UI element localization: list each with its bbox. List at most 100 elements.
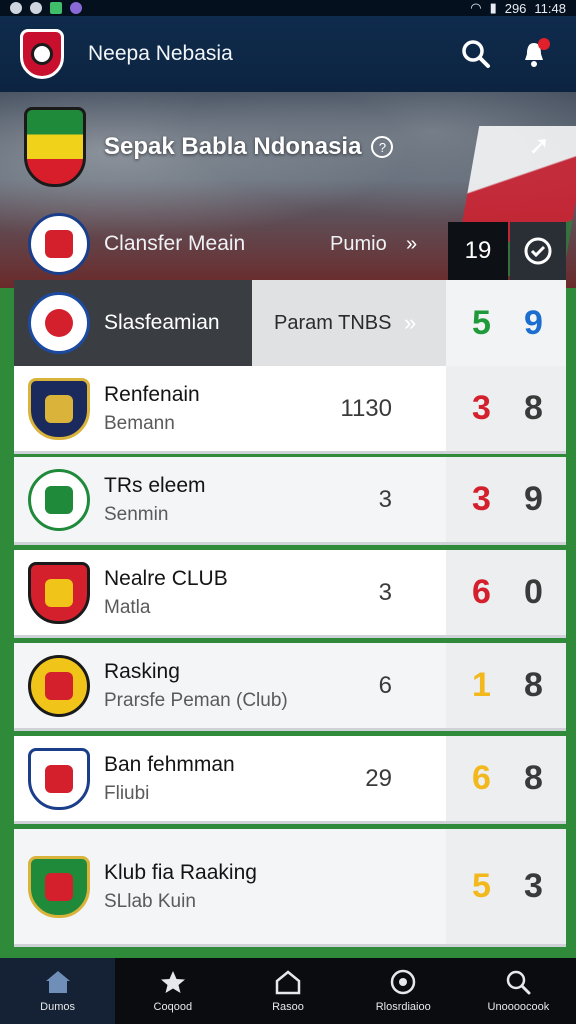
- arrow-icon[interactable]: ➚: [528, 130, 550, 161]
- club-rank: 1130: [340, 394, 392, 422]
- nav-item-search[interactable]: Unoooocook: [461, 958, 576, 1024]
- header-label: Pumio: [330, 232, 387, 255]
- nav-label: Rasoo: [272, 1001, 304, 1013]
- notification-icon: [10, 2, 22, 14]
- chevron-icon[interactable]: »: [404, 310, 416, 336]
- club-crest: [28, 855, 90, 918]
- home-icon: [45, 971, 70, 993]
- club-sub: Matla: [104, 596, 151, 618]
- club-name-col: Rasking Prarsfe Peman (Club): [104, 660, 288, 712]
- club-sub: Fliubi: [104, 782, 150, 804]
- house-outline-icon: [275, 970, 301, 995]
- club-crest: [28, 747, 90, 810]
- club-row[interactable]: Rasking Prarsfe Peman (Club) 6 1 8: [14, 643, 566, 731]
- notifications-button[interactable]: [512, 32, 556, 76]
- score-home: 3: [472, 480, 491, 518]
- info-icon[interactable]: ?: [371, 136, 394, 158]
- score-away: 8: [524, 389, 543, 427]
- battery-level: 296: [504, 0, 527, 16]
- status-time: 11:48: [534, 0, 566, 16]
- app-icon: [50, 2, 62, 14]
- club-sub: SLlab Kuin: [104, 890, 196, 912]
- club-rank: 29: [365, 764, 392, 792]
- score-home: 3: [472, 389, 491, 427]
- club-row[interactable]: Nealre CLUB Matla 3 6 0: [14, 550, 566, 638]
- star-icon: [160, 971, 185, 993]
- club-sub: Senmin: [104, 503, 169, 525]
- club-name: Rasking: [104, 659, 180, 683]
- club-row[interactable]: Ban fehmman Fliubi 29 6 8: [14, 736, 566, 824]
- hero-title-row: Sepak Babla Ndonasia ?: [24, 102, 554, 192]
- search-icon: [507, 970, 531, 995]
- app-icon: [70, 2, 82, 14]
- check-button[interactable]: [510, 222, 566, 280]
- score-away: 8: [524, 666, 543, 704]
- header-row[interactable]: Clansfer Meain Pumio » 19: [14, 208, 566, 280]
- subheader-row[interactable]: Slasfeamian Param TNBS » 5 9: [14, 280, 566, 366]
- subheader-score-segment: [446, 280, 566, 366]
- header-name: Clansfer Meain: [104, 232, 246, 255]
- score-cell: [446, 643, 566, 728]
- club-crest: [28, 468, 90, 531]
- club-name: Ban fehmman: [104, 752, 235, 776]
- subheader-name: Slasfeamian: [104, 311, 220, 334]
- club-crest: [28, 292, 90, 354]
- club-rank: 3: [378, 578, 392, 606]
- club-crest: [28, 213, 90, 275]
- header-name-col: Clansfer Meain: [104, 232, 245, 256]
- club-name-col: TRs eleem Senmin: [104, 474, 206, 526]
- score-cell: [446, 366, 566, 451]
- status-left: [10, 2, 82, 14]
- app-logo[interactable]: [20, 29, 64, 79]
- subheader-label: Param TNBS: [274, 311, 392, 334]
- score-home: 1: [472, 666, 491, 704]
- league-crest: [24, 107, 86, 187]
- score-cell: [446, 829, 566, 944]
- subheader-name-col: Slasfeamian: [104, 311, 220, 335]
- nav-item-clubs[interactable]: Rlosrdiaioo: [346, 958, 461, 1024]
- nav-label: Dumos: [40, 1001, 76, 1013]
- notification-badge: [538, 38, 550, 50]
- app-title: Neepa Nebasia: [88, 42, 233, 65]
- club-crest: [28, 377, 90, 440]
- header-number: 19: [448, 222, 508, 280]
- club-name: Renfenain: [104, 382, 200, 406]
- nav-item-favorites[interactable]: Coqood: [115, 958, 230, 1024]
- score-cell: [446, 550, 566, 635]
- club-name-col: Ban fehmman Fliubi: [104, 753, 235, 805]
- club-sub: Prarsfe Peman (Club): [104, 689, 288, 711]
- nav-label: Coqood: [153, 1001, 193, 1013]
- club-name-col: Nealre CLUB Matla: [104, 567, 228, 619]
- score-home: 6: [472, 573, 491, 611]
- club-row[interactable]: Renfenain Bemann 1130 3 8: [14, 366, 566, 454]
- club-rank: 6: [378, 671, 392, 699]
- club-name: Nealre CLUB: [104, 566, 228, 590]
- club-sub: Bemann: [104, 412, 175, 434]
- nav-item-house[interactable]: Rasoo: [230, 958, 345, 1024]
- hero-title: Sepak Babla Ndonasia: [104, 133, 362, 160]
- club-rank: 3: [378, 485, 392, 513]
- club-crest: [28, 654, 90, 717]
- club-row[interactable]: Klub fia Raaking SLlab Kuin 5 3: [14, 829, 566, 947]
- score-home: 6: [472, 759, 491, 797]
- app-bar: Neepa Nebasia: [0, 16, 576, 92]
- score-cell: [446, 457, 566, 542]
- score-away: 3: [524, 867, 543, 905]
- score-away: 0: [524, 573, 543, 611]
- check-circle-icon: [524, 237, 552, 265]
- score-away: 9: [524, 480, 543, 518]
- score-home: 5: [472, 303, 491, 342]
- bottom-nav: Dumos Coqood Rasoo Rlosrdiaioo Unoooocoo…: [0, 958, 576, 1024]
- club-row[interactable]: TRs eleem Senmin 3 3 9: [14, 457, 566, 545]
- nav-label: Unoooocook: [487, 1001, 550, 1013]
- wifi-icon: ◠: [470, 0, 482, 15]
- score-away: 8: [524, 759, 543, 797]
- score-cell: [446, 736, 566, 821]
- chevron-icon[interactable]: »: [406, 233, 417, 256]
- club-name: Klub fia Raaking: [104, 860, 257, 884]
- nav-item-home[interactable]: Dumos: [0, 958, 116, 1024]
- search-button[interactable]: [454, 32, 498, 76]
- club-name-col: Renfenain Bemann: [104, 383, 200, 435]
- club-name-col: Klub fia Raaking SLlab Kuin: [104, 861, 257, 913]
- score-home: 5: [472, 867, 491, 905]
